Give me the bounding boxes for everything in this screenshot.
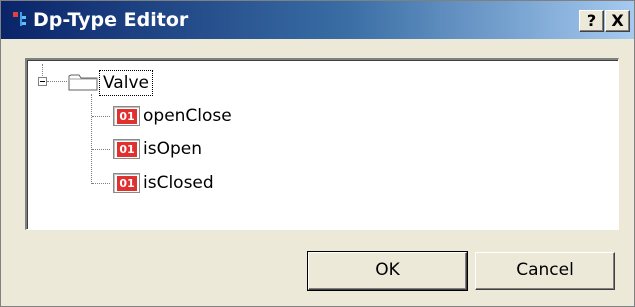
tree-node-openclose[interactable]: openClose (143, 104, 232, 128)
tree-connector-root-h (47, 81, 67, 82)
app-icon (13, 12, 26, 26)
collapse-toggle-icon[interactable] (38, 77, 47, 86)
window-title: Dp-Type Editor (33, 9, 189, 31)
tree-connector-child-3 (92, 183, 110, 184)
ok-button[interactable]: OK (307, 251, 468, 291)
tree-connector-root (42, 64, 43, 76)
tree-node-isclosed[interactable]: isClosed (143, 171, 214, 195)
bit-badge-label: 01 (117, 176, 137, 191)
tree-connector-children (91, 94, 92, 184)
dp-type-editor-dialog: Dp-Type Editor ? X Valve 01 openClose 01… (0, 0, 635, 307)
tree-node-isopen[interactable]: isOpen (143, 137, 202, 161)
bit-datatype-icon: 01 (113, 139, 140, 159)
close-button[interactable]: X (605, 10, 630, 32)
tree-connector-child-2 (92, 149, 110, 150)
help-button[interactable]: ? (579, 10, 604, 32)
bit-badge-label: 01 (117, 142, 137, 157)
folder-icon (68, 74, 98, 91)
tree-connector-child-1 (92, 116, 110, 117)
tree-node-root[interactable]: Valve (99, 70, 153, 96)
bit-badge-label: 01 (117, 109, 137, 124)
title-bar[interactable]: Dp-Type Editor ? X (1, 1, 634, 39)
dp-type-tree[interactable]: Valve 01 openClose 01 isOpen 01 isClosed (25, 58, 619, 230)
cancel-button[interactable]: Cancel (475, 252, 615, 290)
bit-datatype-icon: 01 (113, 173, 140, 193)
bit-datatype-icon: 01 (113, 106, 140, 126)
